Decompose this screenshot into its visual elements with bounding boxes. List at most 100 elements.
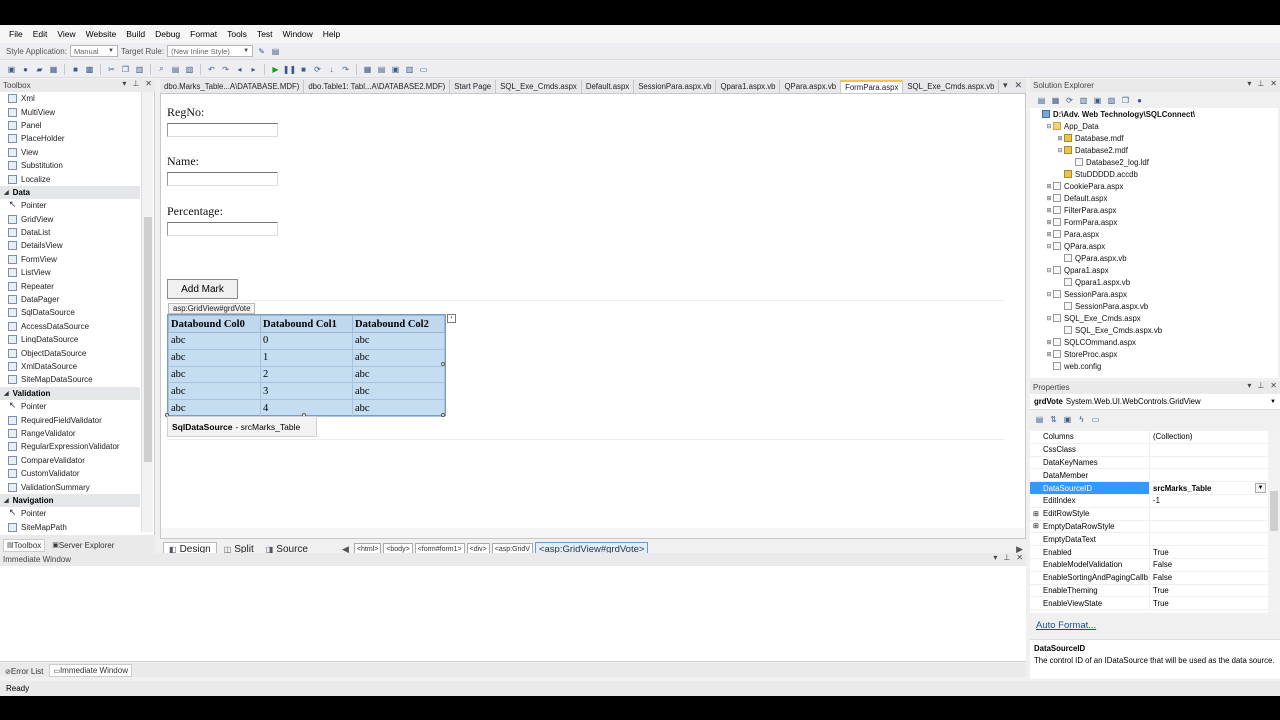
pin-icon[interactable]: ⊥	[1257, 79, 1264, 88]
tree-item-database-mdf[interactable]: ⊞ Database.mdf	[1030, 132, 1278, 144]
doc-tab-formpara-aspx[interactable]: FormPara.aspx	[841, 80, 904, 93]
tree-item-database2-mdf[interactable]: ⊟ Database2.mdf	[1030, 144, 1278, 156]
new-website-icon[interactable]: ●	[20, 64, 31, 75]
tree-item-qpara-aspx-vb[interactable]: QPara.aspx.vb	[1030, 252, 1278, 264]
menu-view[interactable]: View	[52, 29, 80, 39]
tab-error-list[interactable]: ⊘ Error List	[2, 666, 46, 677]
properties-scrollbar[interactable]	[1268, 431, 1280, 613]
toolbox-item-objectdatasource[interactable]: ObjectDataSource	[0, 346, 140, 359]
toolbox-item-xml[interactable]: Xml	[0, 92, 140, 105]
toolbox-item-detailsview[interactable]: DetailsView	[0, 239, 140, 252]
sqldatasource-control[interactable]: SqlDataSource - srcMarks_Table	[167, 416, 317, 437]
asp-config-icon[interactable]: ●	[1134, 95, 1145, 106]
property-value[interactable]: (Collection)	[1150, 431, 1268, 443]
menu-window[interactable]: Window	[278, 29, 318, 39]
menu-test[interactable]: Test	[252, 29, 278, 39]
copy-icon[interactable]: ❐	[120, 64, 131, 75]
property-pages-icon[interactable]: ▭	[1090, 414, 1101, 425]
paste-icon[interactable]: ▥	[134, 64, 145, 75]
undo-icon[interactable]: ↶	[206, 64, 217, 75]
chevron-down-icon[interactable]: ▼	[1255, 483, 1266, 494]
expand-icon[interactable]: ⊞	[1033, 522, 1039, 530]
view-designer-icon[interactable]: ▣	[1092, 95, 1103, 106]
expand-icon[interactable]: ⊞	[1033, 510, 1039, 518]
close-icon[interactable]: ✕	[1016, 553, 1023, 562]
property-value[interactable]: srcMarks_Table ▼	[1150, 482, 1268, 494]
toolbox-icon[interactable]: ▥	[404, 64, 415, 75]
toolbox-item-listview[interactable]: ListView	[0, 266, 140, 279]
object-browser-icon[interactable]: ▣	[390, 64, 401, 75]
expand-icon[interactable]: ⊞	[1045, 195, 1053, 202]
pin-icon[interactable]: ⊥	[1257, 381, 1264, 390]
close-icon[interactable]: ✕	[1270, 79, 1277, 88]
toolbox-item-sqldatasource[interactable]: SqlDataSource	[0, 306, 140, 319]
toolbox-item-regularexpressionvalidator[interactable]: RegularExpressionValidator	[0, 440, 140, 453]
toolbox-item-customvalidator[interactable]: CustomValidator	[0, 467, 140, 480]
tree-item-web-config[interactable]: web.config	[1030, 360, 1278, 372]
toolbox-item-requiredfieldvalidator[interactable]: RequiredFieldValidator	[0, 413, 140, 426]
css-icon[interactable]: ▤	[270, 46, 281, 57]
tree-item-app-data[interactable]: ⊟ App_Data	[1030, 120, 1278, 132]
menu-help[interactable]: Help	[318, 29, 345, 39]
dropdown-icon[interactable]: ▾	[993, 553, 997, 562]
collapse-icon[interactable]: ⊟	[1045, 123, 1053, 130]
pause-icon[interactable]: ❚❚	[283, 64, 296, 75]
menu-file[interactable]: File	[4, 29, 28, 39]
cut-icon[interactable]: ✂	[106, 64, 117, 75]
expand-icon[interactable]: ⊞	[1045, 339, 1053, 346]
collapse-icon[interactable]: ⊟	[1045, 315, 1053, 322]
tree-item-filterpara-aspx[interactable]: ⊞ FilterPara.aspx	[1030, 204, 1278, 216]
expand-icon[interactable]: ⊞	[1045, 219, 1053, 226]
pin-icon[interactable]: ⊥	[132, 79, 139, 88]
doc-tab-qpara-aspx-vb[interactable]: QPara.aspx.vb	[780, 80, 842, 93]
chevron-down-icon[interactable]: ▼	[1270, 399, 1276, 405]
add-item-icon[interactable]: ▦	[48, 64, 59, 75]
menu-format[interactable]: Format	[185, 29, 222, 39]
toolbox-item-repeater[interactable]: Repeater	[0, 279, 140, 292]
doc-tab-start-page[interactable]: Start Page	[450, 80, 497, 93]
start-debugging-icon[interactable]: ▶	[270, 64, 281, 75]
expand-icon[interactable]: ⊞	[1045, 231, 1053, 238]
menu-tools[interactable]: Tools	[222, 29, 252, 39]
doc-tab-default-aspx[interactable]: Default.aspx	[582, 80, 635, 93]
resize-handle[interactable]	[441, 413, 445, 417]
property-value[interactable]: False	[1150, 559, 1268, 571]
tree-item-sqlcommand-aspx[interactable]: ⊞ SQLCOmmand.aspx	[1030, 336, 1278, 348]
nest-related-icon[interactable]: ▧	[1106, 95, 1117, 106]
toolbox-item-datalist[interactable]: DataList	[0, 226, 140, 239]
doc-tab-sql-exe-cmds-aspx-vb[interactable]: SQL_Exe_Cmds.aspx.vb	[903, 80, 1000, 93]
doc-tab-sql-exe-cmds-aspx[interactable]: SQL_Exe_Cmds.aspx	[496, 80, 582, 93]
tree-item-storeproc-aspx[interactable]: ⊞ StoreProc.aspx	[1030, 348, 1278, 360]
style-application-select[interactable]: Manual ▼	[69, 45, 118, 57]
gridview-grdvote[interactable]: Databound Col0 Databound Col1 Databound Co…	[167, 314, 446, 417]
tab-immediate-window[interactable]: ▭ Immediate Window	[49, 664, 132, 677]
alphabetical-icon[interactable]: ⇅	[1048, 414, 1059, 425]
design-horizontal-scrollbar[interactable]	[161, 528, 1025, 538]
collapse-icon[interactable]: ⊟	[1056, 147, 1064, 154]
property-value[interactable]: -1	[1150, 495, 1268, 507]
tree-item-sql-exe-cmds-aspx-vb[interactable]: SQL_Exe_Cmds.aspx.vb	[1030, 324, 1278, 336]
property-row-editindex[interactable]: EditIndex -1	[1030, 494, 1268, 508]
properties-object-selector[interactable]: grdVote System.Web.UI.WebControls.GridVi…	[1030, 394, 1280, 410]
regno-input[interactable]	[167, 123, 278, 137]
resize-handle[interactable]	[441, 362, 445, 366]
close-icon[interactable]: ✕	[1270, 381, 1277, 390]
comment-icon[interactable]: ▤	[170, 64, 181, 75]
view-code-icon[interactable]: ▥	[1078, 95, 1089, 106]
collapse-icon[interactable]: ⊟	[1045, 243, 1053, 250]
add-mark-button[interactable]: Add Mark	[167, 279, 238, 299]
refresh-icon[interactable]: ⟳	[1064, 95, 1075, 106]
property-row-datakeynames[interactable]: DataKeyNames	[1030, 456, 1268, 470]
show-all-files-icon[interactable]: ▦	[1050, 95, 1061, 106]
toolbox-group-navigation[interactable]: ◢ Navigation	[0, 493, 140, 508]
restart-icon[interactable]: ⟳	[312, 64, 323, 75]
close-document-icon[interactable]: ✕	[1015, 80, 1023, 91]
toolbox-item-xmldatasource[interactable]: XmlDataSource	[0, 360, 140, 373]
tree-item-d-adv-web-technology-sqlconnect[interactable]: D:\Adv. Web Technology\SQLConnect\	[1030, 108, 1278, 120]
expand-icon[interactable]: ⊞	[1045, 207, 1053, 214]
navigate-back-icon[interactable]: ◂	[234, 64, 245, 75]
toolbox-item-accessdatasource[interactable]: AccessDataSource	[0, 320, 140, 333]
property-row-enablemodelvalidation[interactable]: EnableModelValidation False	[1030, 558, 1268, 572]
copy-website-icon[interactable]: ❐	[1120, 95, 1131, 106]
expand-icon[interactable]: ⊞	[1045, 351, 1053, 358]
